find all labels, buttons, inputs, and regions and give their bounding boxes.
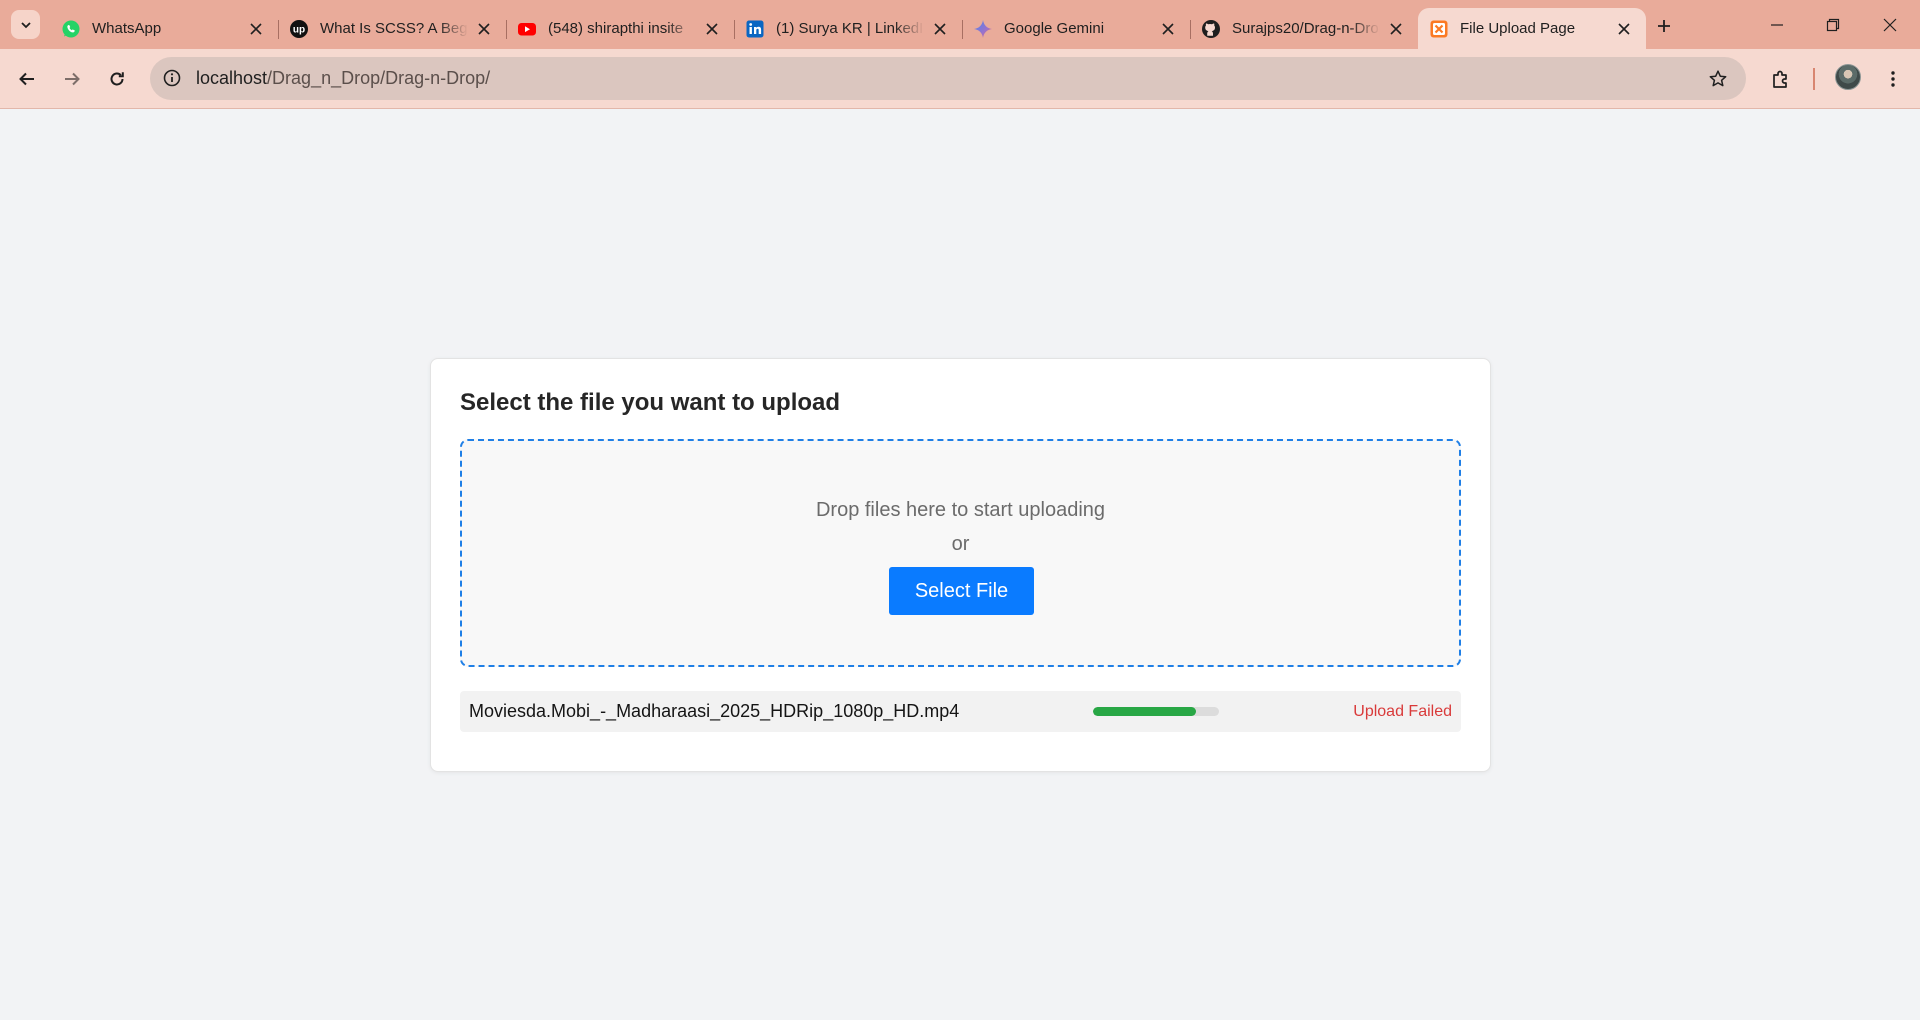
close-tab-icon[interactable]: [474, 19, 494, 39]
profile-avatar[interactable]: [1835, 64, 1861, 90]
toolbar-divider: [1813, 68, 1815, 90]
select-file-button[interactable]: Select File: [889, 567, 1034, 615]
url-text[interactable]: localhost/Drag_n_Drop/Drag-n-Drop/: [196, 57, 490, 100]
file-list-item: Moviesda.Mobi_-_Madharaasi_2025_HDRip_10…: [460, 691, 1461, 732]
xampp-icon: [1429, 19, 1449, 39]
chevron-down-icon: [20, 21, 31, 28]
minimize-button[interactable]: [1749, 0, 1805, 49]
upwork-icon: up: [289, 19, 309, 39]
forward-button[interactable]: [55, 62, 89, 96]
tab-title: (1) Surya KR | LinkedIn: [776, 20, 924, 37]
tab-scss-guide[interactable]: up What Is SCSS? A Beginner's Guide: [278, 8, 507, 49]
upload-status: Upload Failed: [1353, 703, 1452, 720]
new-tab-button[interactable]: [1650, 12, 1678, 40]
upload-progress-fill: [1093, 707, 1197, 716]
or-separator: or: [951, 533, 970, 555]
tab-title: Google Gemini: [1004, 20, 1105, 37]
close-tab-icon[interactable]: [246, 19, 266, 39]
restore-icon: [1826, 18, 1840, 31]
tab-youtube[interactable]: (548) shirapthi insite: [506, 8, 735, 49]
tab-strip: WhatsApp up What Is SCSS? A Beginner's G…: [0, 0, 1920, 49]
site-info-icon[interactable]: [161, 67, 183, 89]
minimize-icon: [1771, 23, 1783, 26]
upload-card: Select the file you want to upload Drop …: [430, 358, 1491, 772]
github-icon: [1201, 19, 1221, 39]
address-bar[interactable]: localhost/Drag_n_Drop/Drag-n-Drop/: [150, 57, 1746, 100]
youtube-icon: [517, 19, 537, 39]
close-tab-icon[interactable]: [1614, 19, 1634, 39]
tab-whatsapp[interactable]: WhatsApp: [50, 8, 279, 49]
plus-icon: [1658, 20, 1670, 32]
close-tab-icon[interactable]: [702, 19, 722, 39]
tab-title: WhatsApp: [92, 20, 162, 37]
tab-title: (548) shirapthi insite: [548, 20, 684, 37]
more-vertical-icon: [1891, 71, 1895, 87]
close-icon: [1883, 18, 1897, 31]
puzzle-icon: [1773, 70, 1787, 88]
tab-title: What Is SCSS? A Beginner's Guide: [320, 20, 468, 37]
close-window-button[interactable]: [1862, 0, 1918, 49]
arrow-left-icon: [19, 72, 34, 86]
extensions-button[interactable]: [1764, 62, 1798, 96]
tab-list: WhatsApp up What Is SCSS? A Beginner's G…: [50, 8, 1646, 49]
close-tab-icon[interactable]: [930, 19, 950, 39]
drop-zone[interactable]: Drop files here to start uploading or Se…: [460, 439, 1461, 667]
browser-toolbar: localhost/Drag_n_Drop/Drag-n-Drop/: [0, 49, 1920, 109]
tab-file-upload-page[interactable]: File Upload Page: [1418, 8, 1646, 49]
file-name: Moviesda.Mobi_-_Madharaasi_2025_HDRip_10…: [469, 701, 960, 721]
tab-github[interactable]: Surajps20/Drag-n-Drop: [1190, 8, 1418, 49]
tab-title: File Upload Page: [1460, 20, 1576, 37]
drop-prompt: Drop files here to start uploading: [815, 499, 1106, 521]
restore-button[interactable]: [1805, 0, 1861, 49]
bookmark-star-icon[interactable]: [1706, 67, 1730, 91]
page-title: Select the file you want to upload: [460, 389, 841, 416]
url-host: localhost: [196, 68, 268, 88]
upload-progress-bar: [1093, 707, 1219, 716]
tab-linkedin[interactable]: (1) Surya KR | LinkedIn: [734, 8, 963, 49]
linkedin-icon: [745, 19, 765, 39]
close-tab-icon[interactable]: [1158, 19, 1178, 39]
whatsapp-icon: [61, 19, 81, 39]
url-path: /Drag_n_Drop/Drag-n-Drop/: [267, 68, 491, 88]
arrow-right-icon: [65, 72, 80, 86]
tab-gemini[interactable]: Google Gemini: [962, 8, 1191, 49]
tab-search-button[interactable]: [11, 10, 40, 39]
svg-text:up: up: [293, 24, 305, 35]
reload-button[interactable]: [100, 62, 134, 96]
back-button[interactable]: [10, 62, 44, 96]
gemini-icon: [973, 19, 993, 39]
reload-icon: [110, 72, 124, 86]
close-tab-icon[interactable]: [1386, 19, 1406, 39]
tab-title: Surajps20/Drag-n-Drop: [1232, 20, 1380, 37]
browser-menu-button[interactable]: [1876, 62, 1910, 96]
